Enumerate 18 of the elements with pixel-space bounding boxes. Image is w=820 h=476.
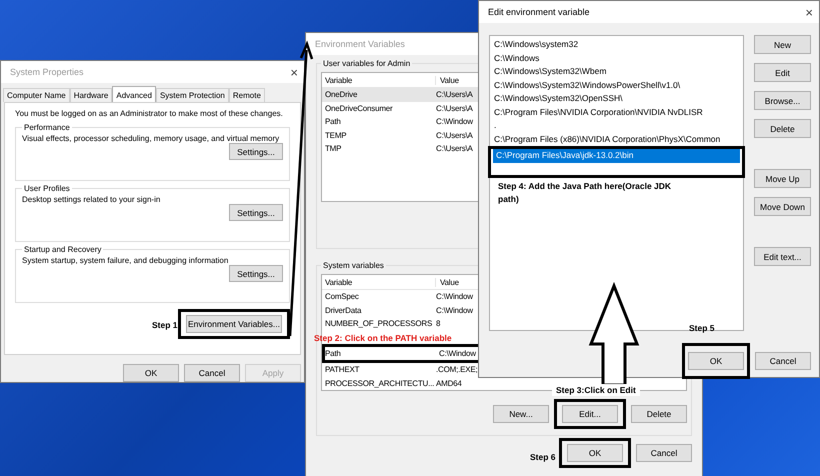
window-title: System Properties: [10, 67, 84, 77]
group-title: System variables: [322, 261, 385, 270]
group-description: Desktop settings related to your sign-in: [22, 195, 162, 204]
window-title: Environment Variables: [315, 39, 405, 49]
group-title: User Profiles: [23, 184, 71, 193]
step-label: Step 6: [530, 452, 556, 462]
group-description: Visual effects, processor scheduling, memory usage, and virtual memory: [22, 134, 280, 143]
group-description: System startup, system failure, and debugging information: [22, 256, 230, 265]
group-title: User variables for Admin: [322, 59, 412, 68]
step-label: Step 3:Click on Edit: [552, 384, 640, 396]
step-label: Step 5: [689, 323, 715, 333]
notice-text: You must be logged on as an Administrator to make most of these changes.: [15, 109, 284, 118]
window-title: Edit environment variable: [488, 7, 590, 17]
step-label: Step 4: Add the Java Path here(Oracle JDK path): [498, 180, 672, 206]
step-label: Step 1: [152, 320, 178, 330]
step-label: Step 2: Click on the PATH variable: [314, 333, 452, 343]
group-title: Startup and Recovery: [23, 245, 102, 254]
group-title: Performance: [23, 123, 71, 132]
